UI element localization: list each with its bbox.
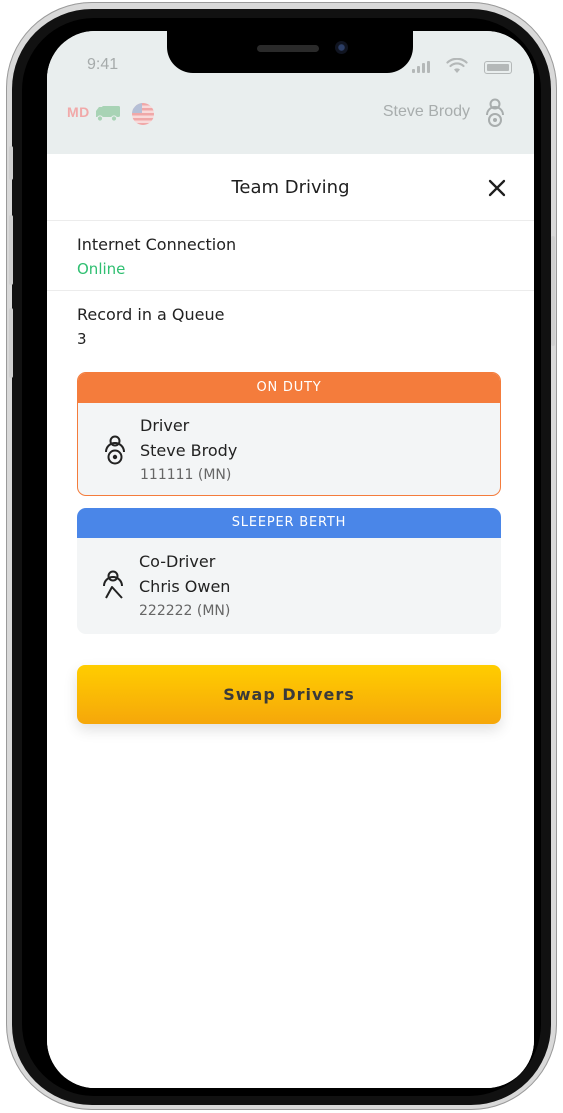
front-camera [335,41,348,54]
driver-name: Steve Brody [140,441,238,460]
wifi-icon [446,58,468,73]
codriver-seat-icon [103,570,123,599]
codriver-name: Chris Owen [139,577,231,596]
sheet-header: Team Driving [47,154,534,221]
driver-role: Driver [140,416,190,435]
driver-icon[interactable] [484,98,506,128]
phone-notch [167,31,413,73]
driver-id: 111111 (MN) [140,467,232,483]
sheet-title: Team Driving [231,177,350,198]
internet-connection-label: Internet Connection [77,235,237,254]
signal-icon [412,61,432,73]
status-time: 9:41 [87,56,119,73]
driver-wheel-icon [105,435,125,465]
internet-connection-value: Online [77,260,126,278]
truck-icon[interactable] [95,104,121,122]
volume-up-button [9,215,13,285]
driver-card[interactable]: ON DUTY Driver Steve Brody 111111 (MN) [77,372,501,496]
speaker-grille [257,45,319,52]
driver-status-badge: ON DUTY [78,373,500,403]
queue-label: Record in a Queue [77,305,225,324]
us-flag-icon[interactable] [131,102,155,126]
app-screen: 9:41 MD Steve Brody Team Driving Interne… [47,31,534,1088]
header-user-name[interactable]: Steve Brody [383,103,470,121]
swap-drivers-button[interactable]: Swap Drivers [77,665,501,724]
codriver-id: 222222 (MN) [139,603,231,619]
mute-switch [9,146,13,180]
volume-down-button [9,308,13,378]
power-button [551,236,555,346]
team-driving-sheet: Team Driving Internet Connection Online … [47,154,534,1088]
queue-value: 3 [77,330,87,348]
close-icon[interactable] [488,179,506,197]
divider [47,290,534,291]
codriver-card[interactable]: SLEEPER BERTH Co-Driver Chris Owen 22222… [77,508,501,634]
battery-icon [484,61,512,74]
codriver-role: Co-Driver [139,552,216,571]
state-badge: MD [67,104,90,120]
codriver-status-badge: SLEEPER BERTH [77,508,501,538]
